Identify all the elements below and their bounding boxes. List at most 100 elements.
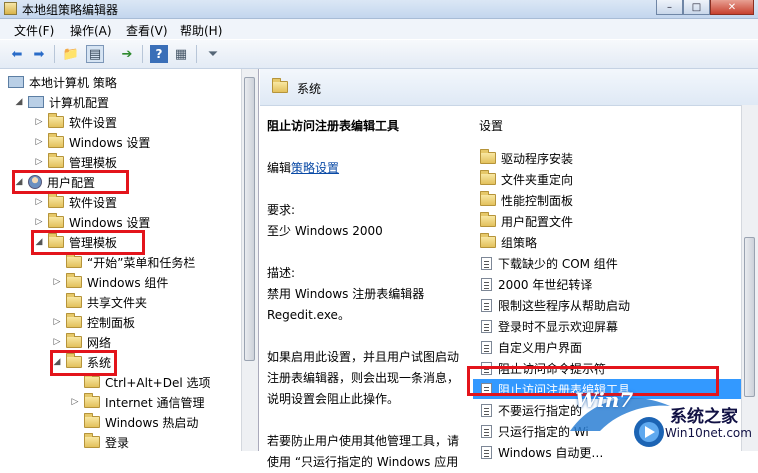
tree-label: Windows 组件 (87, 275, 169, 290)
collapse-arrow-icon[interactable]: ▷ (34, 137, 44, 147)
policy-setting-icon (481, 340, 492, 354)
tree-item-network[interactable]: ▷ 网络 (52, 333, 111, 351)
list-item-label: 下载缺少的 COM 组件 (498, 256, 618, 271)
tree-item-software-settings[interactable]: ▷ 软件设置 (34, 113, 117, 131)
up-folder-icon[interactable]: 📁 (62, 45, 80, 63)
list-item-setting[interactable]: 登录时不显示欢迎屏幕 (473, 316, 741, 336)
window-controls: – □ ✕ (656, 0, 754, 16)
highlight-box (12, 170, 129, 194)
watermark-logo: Win7 系统之家 Win10net.com (565, 386, 758, 451)
tree-label: 网络 (87, 335, 112, 350)
folder-icon (480, 233, 496, 248)
forward-icon[interactable]: ➡ (30, 45, 48, 63)
list-item-folder[interactable]: 性能控制面板 (473, 190, 741, 210)
tree-label: 计算机配置 (49, 95, 110, 110)
properties-icon[interactable]: ▦ (172, 45, 190, 63)
watermark-brand: 系统之家 (670, 407, 738, 427)
filter-icon[interactable]: ⏷ (204, 45, 222, 63)
edit-policy-link[interactable]: 策略设置 (291, 161, 339, 175)
folder-icon (84, 433, 100, 448)
policy-setting-icon (481, 277, 492, 291)
computer-icon (8, 76, 24, 88)
collapse-arrow-icon[interactable]: ▷ (52, 317, 62, 327)
minimize-button[interactable]: – (656, 0, 683, 15)
show-tree-icon[interactable]: ▤ (86, 45, 104, 63)
requirements-value: 至少 Windows 2000 (267, 224, 383, 238)
collapse-arrow-icon[interactable]: ▷ (34, 157, 44, 167)
folder-icon (66, 313, 82, 328)
list-item-folder[interactable]: 文件夹重定向 (473, 169, 741, 189)
folder-icon (66, 333, 82, 348)
list-item-setting[interactable]: 自定义用户界面 (473, 337, 741, 357)
tree-item-user-software-settings[interactable]: ▷ 软件设置 (34, 193, 117, 211)
watermark-logo-text: Win7 (575, 388, 634, 412)
collapse-arrow-icon[interactable]: ▷ (34, 117, 44, 127)
tree-label: Windows 热启动 (105, 415, 199, 430)
menu-file[interactable]: 文件(F) (14, 22, 54, 39)
tree-item-shared-folders[interactable]: 共享文件夹 (52, 293, 147, 311)
collapse-arrow-icon[interactable]: ▷ (70, 397, 80, 407)
scrollbar-thumb[interactable] (244, 77, 255, 361)
tree-item-admin-templates[interactable]: ▷ 管理模板 (34, 153, 117, 171)
tree-item-control-panel[interactable]: ▷ 控制面板 (52, 313, 135, 331)
tree-pane: 本地计算机 策略 ◢ 计算机配置 ▷ 软件设置 ▷ Windows 设置 ▷ 管… (0, 69, 259, 451)
policy-description: 阻止访问注册表编辑工具 编辑策略设置 要求: 至少 Windows 2000 描… (267, 116, 467, 473)
policy-setting-icon (481, 298, 492, 312)
help-icon[interactable]: ? (150, 45, 168, 63)
folder-icon (480, 212, 496, 227)
back-icon[interactable]: ⬅ (8, 45, 26, 63)
folder-icon (84, 393, 100, 408)
title-bar: 本地组策略编辑器 – □ ✕ (0, 0, 758, 19)
description-text: 若要防止用户使用其他管理工具，请 (267, 434, 460, 448)
close-button[interactable]: ✕ (710, 0, 754, 15)
list-item-setting[interactable]: 2000 年世纪转译 (473, 274, 741, 294)
collapse-arrow-icon[interactable]: ▷ (52, 337, 62, 347)
tree-item-windows-settings[interactable]: ▷ Windows 设置 (34, 133, 150, 151)
tree-label: 登录 (105, 435, 130, 450)
policy-title: 阻止访问注册表编辑工具 (267, 119, 400, 133)
collapse-arrow-icon[interactable]: ▷ (52, 277, 62, 287)
collapse-arrow-icon[interactable]: ▷ (34, 197, 44, 207)
tree-item-hot-start[interactable]: Windows 热启动 (70, 413, 198, 431)
list-item-setting[interactable]: 下载缺少的 COM 组件 (473, 253, 741, 273)
list-item-setting[interactable]: 限制这些程序从帮助启动 (473, 295, 741, 315)
toolbar-separator (54, 45, 55, 63)
highlight-box (50, 350, 117, 376)
tree-label: Internet 通信管理 (105, 395, 205, 410)
menu-view[interactable]: 查看(V) (126, 22, 168, 39)
tree-item-start-menu[interactable]: “开始”菜单和任务栏 (52, 253, 195, 271)
menu-action[interactable]: 操作(A) (70, 22, 112, 39)
folder-icon (48, 133, 64, 148)
tree-item-windows-components[interactable]: ▷ Windows 组件 (52, 273, 168, 291)
tree-root[interactable]: 本地计算机 策略 (8, 73, 117, 91)
tree-item-internet-comm[interactable]: ▷ Internet 通信管理 (70, 393, 204, 411)
expand-arrow-icon[interactable]: ◢ (14, 97, 24, 107)
list-item-folder[interactable]: 用户配置文件 (473, 211, 741, 231)
description-text: Regedit.exe。 (267, 308, 350, 322)
tree-label: 共享文件夹 (87, 295, 148, 310)
toolbar-separator (142, 45, 143, 63)
list-item-label: 2000 年世纪转译 (498, 277, 593, 292)
tree-item-computer-config[interactable]: ◢ 计算机配置 (14, 93, 109, 111)
folder-icon (84, 413, 100, 428)
menu-help[interactable]: 帮助(H) (180, 22, 222, 39)
tree-item-user-windows-settings[interactable]: ▷ Windows 设置 (34, 213, 150, 231)
export-icon[interactable]: ➔ (118, 45, 136, 63)
highlight-box (31, 230, 145, 255)
list-item-label: 驱动程序安装 (501, 151, 574, 166)
tree-item-logon[interactable]: 登录 (70, 433, 129, 451)
column-header-setting[interactable]: 设置 (479, 117, 503, 134)
list-item-label: 自定义用户界面 (498, 340, 583, 355)
scrollbar-thumb[interactable] (744, 237, 755, 397)
list-item-folder[interactable]: 组策略 (473, 232, 741, 252)
maximize-button[interactable]: □ (683, 0, 710, 15)
window-title: 本地组策略编辑器 (22, 3, 119, 17)
tree-label: 软件设置 (69, 195, 118, 210)
policy-setting-icon (481, 403, 492, 417)
collapse-arrow-icon[interactable]: ▷ (34, 217, 44, 227)
edit-prefix: 编辑 (267, 161, 292, 175)
tree-scrollbar[interactable] (241, 69, 258, 451)
list-item-folder[interactable]: 驱动程序安装 (473, 148, 741, 168)
